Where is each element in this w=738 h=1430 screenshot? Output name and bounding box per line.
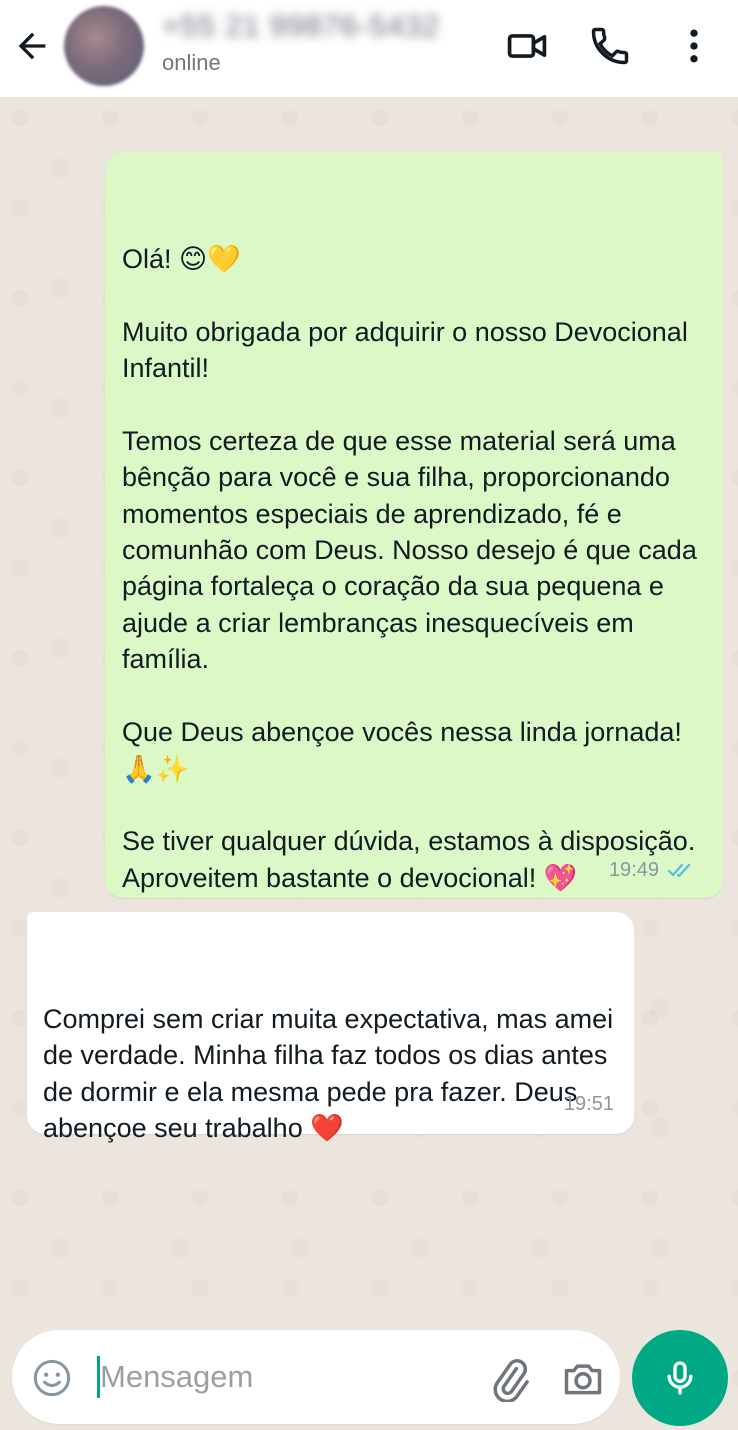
contact-name[interactable]: +55 21 99876-5432 (162, 10, 440, 44)
emoji-icon[interactable] (32, 1358, 72, 1398)
phone-call-icon[interactable] (588, 24, 632, 68)
back-arrow-icon[interactable] (12, 26, 52, 66)
message-input[interactable] (100, 1352, 460, 1402)
read-ticks-icon (667, 863, 691, 877)
message-text: Comprei sem criar muita expectativa, mas… (43, 1003, 621, 1144)
microphone-icon (667, 1361, 693, 1395)
outgoing-message[interactable]: Olá! 😊💛 Muito obrigada por adquirir o no… (105, 152, 723, 898)
incoming-message[interactable]: Comprei sem criar muita expectativa, mas… (27, 912, 634, 1143)
message-text: Olá! 😊💛 Muito obrigada por adquirir o no… (122, 243, 697, 893)
avatar[interactable] (64, 6, 144, 86)
more-options-icon[interactable] (672, 24, 716, 68)
message-composer (12, 1330, 620, 1424)
video-call-icon[interactable] (505, 24, 549, 68)
microphone-button[interactable] (632, 1330, 728, 1426)
message-time: 19:49 (608, 858, 659, 881)
message-meta: 19:49 (609, 852, 697, 888)
message-meta: 19:51 (564, 1086, 614, 1122)
message-time: 19:51 (563, 1092, 614, 1115)
camera-icon[interactable] (560, 1356, 606, 1400)
attach-icon[interactable] (488, 1358, 532, 1404)
contact-status: online (162, 50, 221, 75)
chat-header: +55 21 99876-5432 online (0, 0, 738, 98)
